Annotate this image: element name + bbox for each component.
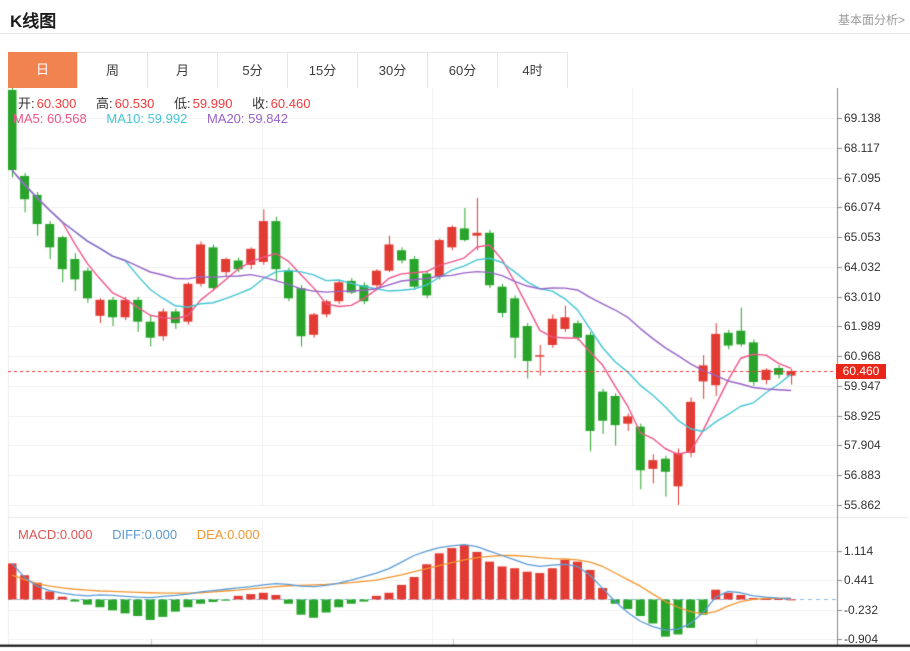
price-axis-label: 66.074: [844, 200, 881, 214]
ma5-legend: MA5: 60.568: [13, 111, 87, 126]
price-axis-label: 58.925: [844, 409, 881, 423]
ohlc-legend: 开:60.300 高:60.530 低:59.990 收:60.460: [18, 93, 326, 112]
price-axis-label: 0.441: [844, 573, 874, 587]
open-value: 60.300: [37, 96, 77, 111]
ma10-legend: MA10: 59.992: [106, 111, 187, 126]
price-axis-label: 56.883: [844, 468, 881, 482]
price-axis-label: 69.138: [844, 111, 881, 125]
macd-legend: MACD:0.000 DIFF:0.000 DEA:0.000: [18, 527, 276, 542]
low-label: 低:: [174, 96, 191, 111]
open-label: 开:: [18, 96, 35, 111]
high-label: 高:: [96, 96, 113, 111]
dea-value-legend: DEA:0.000: [197, 527, 260, 542]
ma-legend: MA5: 60.568 MA10: 59.992 MA20: 59.842: [13, 111, 304, 126]
price-axis-label: 67.095: [844, 171, 881, 185]
ma20-legend: MA20: 59.842: [207, 111, 288, 126]
current-price-badge: 60.460: [836, 364, 886, 379]
price-axis-label: -0.904: [844, 632, 878, 646]
low-value: 59.990: [193, 96, 233, 111]
price-axis-label: 59.947: [844, 379, 881, 393]
price-axis-label: 63.010: [844, 290, 881, 304]
close-value: 60.460: [271, 96, 311, 111]
price-axis-label: 65.053: [844, 230, 881, 244]
price-axis-label: 61.989: [844, 319, 881, 333]
price-axis-label: 68.117: [844, 141, 880, 155]
price-axis-label: 60.968: [844, 349, 881, 363]
macd-value-legend: MACD:0.000: [18, 527, 92, 542]
price-axis-label: 1.114: [844, 544, 873, 558]
high-value: 60.530: [115, 96, 155, 111]
price-axis-label: 57.904: [844, 438, 881, 452]
price-axis-label: -0.232: [844, 603, 878, 617]
close-label: 收:: [252, 96, 269, 111]
price-axis-label: 64.032: [844, 260, 881, 274]
price-axis-label: 55.862: [844, 498, 881, 512]
diff-value-legend: DIFF:0.000: [112, 527, 177, 542]
